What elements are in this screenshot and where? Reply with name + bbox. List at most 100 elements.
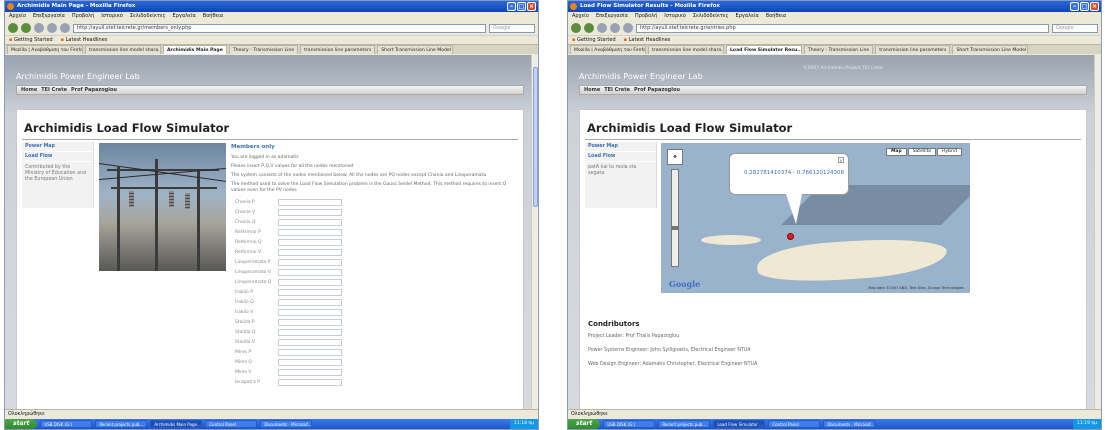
linoperamata-v-input[interactable] (278, 269, 342, 276)
minimize-icon[interactable]: – (507, 2, 516, 11)
rethimno-q-input[interactable] (278, 239, 342, 246)
tab-line-parameters[interactable]: transmission line parameters (300, 45, 376, 54)
zoom-slider[interactable] (671, 169, 679, 267)
zoom-slider-knob[interactable] (671, 226, 679, 230)
maximize-icon[interactable]: □ (1080, 2, 1089, 11)
task-documents[interactable]: Documents - Microsof... (260, 420, 313, 428)
close-icon[interactable]: × (527, 2, 536, 11)
menu-file[interactable]: Αρχείο (572, 12, 589, 21)
nav-tei-crete[interactable]: TEI Crete (41, 86, 67, 94)
chania-q-input[interactable] (278, 219, 342, 226)
menu-help[interactable]: Βοήθεια (203, 12, 223, 21)
sidebar-item-power-map[interactable]: Power Map (585, 142, 656, 152)
menu-bookmarks[interactable]: Σελιδοδείκτες (130, 12, 166, 21)
task-control-panel[interactable]: Control Panel (768, 420, 821, 428)
home-icon[interactable] (623, 23, 633, 33)
map-type-satellite-button[interactable]: Satellite (907, 148, 937, 156)
menu-tools[interactable]: Εργαλεία (173, 12, 196, 21)
map-marker-icon[interactable] (787, 233, 794, 240)
iraklio-v-input[interactable] (278, 309, 342, 316)
minimize-icon[interactable]: – (1070, 2, 1079, 11)
mires-q-input[interactable] (278, 359, 342, 366)
stalida-v-input[interactable] (278, 339, 342, 346)
task-usb-disk[interactable]: USB DISK (G:) (40, 420, 93, 428)
back-icon[interactable] (571, 23, 581, 33)
tab-firefox-upgrade[interactable]: Mozilla | Αναβάθμιση του Firefox (570, 45, 646, 54)
task-usb-disk[interactable]: USB DISK (G:) (603, 420, 656, 428)
map-type-hybrid-button[interactable]: Hybrid (937, 148, 962, 156)
nav-tei-crete[interactable]: TEI Crete (604, 86, 630, 94)
menu-history[interactable]: Ιστορικό (101, 12, 123, 21)
search-input[interactable]: Google (1052, 23, 1098, 33)
rethimno-v-input[interactable] (278, 249, 342, 256)
task-recent-projects[interactable]: Recent projects pub... (95, 420, 148, 428)
search-input[interactable]: Google (489, 23, 535, 33)
task-recent-projects[interactable]: Recent projects pub... (658, 420, 711, 428)
start-button[interactable]: start (5, 419, 38, 429)
bookmark-getting-started[interactable]: Getting Started (572, 36, 616, 44)
menu-edit[interactable]: Επεξεργασία (596, 12, 628, 21)
sidebar-item-load-flow[interactable]: Load Flow (22, 152, 93, 162)
task-control-panel[interactable]: Control Panel (205, 420, 258, 428)
reload-icon[interactable] (597, 23, 607, 33)
close-icon[interactable]: × (838, 157, 844, 163)
mires-v-input[interactable] (278, 369, 342, 376)
pan-control-icon[interactable]: ✥ (667, 149, 683, 165)
tab-transmission-model[interactable]: transmission line model shara... (648, 45, 724, 54)
menu-bookmarks[interactable]: Σελιδοδείκτες (693, 12, 729, 21)
linoperamata-p-input[interactable] (278, 259, 342, 266)
menu-help[interactable]: Βοήθεια (766, 12, 786, 21)
nav-prof-papazoglou[interactable]: Prof Papazoglou (71, 86, 117, 94)
tab-short-line-model[interactable]: Short Transmission Line Model (952, 45, 1029, 54)
iraklio-p-input[interactable] (278, 289, 342, 296)
home-icon[interactable] (60, 23, 70, 33)
chania-v-input[interactable] (278, 209, 342, 216)
google-map[interactable]: Map Satellite Hybrid ✥ × 0.282781410374 … (661, 143, 970, 293)
nav-prof-papazoglou[interactable]: Prof Papazoglou (634, 86, 680, 94)
stalida-q-input[interactable] (278, 329, 342, 336)
start-button[interactable]: start (568, 419, 601, 429)
close-icon[interactable]: × (1090, 2, 1099, 11)
vertical-scrollbar[interactable] (531, 55, 538, 409)
stop-icon[interactable] (47, 23, 57, 33)
menu-view[interactable]: Προβολή (72, 12, 94, 21)
task-documents[interactable]: Documents - Microsof... (823, 420, 876, 428)
forward-icon[interactable] (21, 23, 31, 33)
iraklio-q-input[interactable] (278, 299, 342, 306)
tab-transmission-model[interactable]: transmission line model shara... (85, 45, 161, 54)
ierapetra-p-input[interactable] (278, 379, 342, 386)
linoperamata-q-input[interactable] (278, 279, 342, 286)
rethimno-p-input[interactable] (278, 229, 342, 236)
sidebar-item-load-flow[interactable]: Load Flow (585, 152, 656, 162)
chania-p-input[interactable] (278, 199, 342, 206)
bookmark-latest-headlines[interactable]: Latest Headlines (624, 36, 671, 44)
tab-theory[interactable]: Theory - Transmission Line (804, 45, 874, 54)
tab-short-line-model[interactable]: Short Transmission Line Model (377, 45, 454, 54)
tab-load-flow-results[interactable]: Load Flow Simulator Resu... (726, 45, 802, 54)
nav-home[interactable]: Home (584, 86, 600, 94)
url-bar[interactable]: http://ayuil.stef.teicrete.gr/members_on… (73, 23, 486, 33)
reload-icon[interactable] (34, 23, 44, 33)
menu-file[interactable]: Αρχείο (9, 12, 26, 21)
menu-history[interactable]: Ιστορικό (664, 12, 686, 21)
url-bar[interactable]: http://ayuil.stef.teicrete.gr/entries.ph… (636, 23, 1049, 33)
forward-icon[interactable] (584, 23, 594, 33)
menu-tools[interactable]: Εργαλεία (736, 12, 759, 21)
stalida-p-input[interactable] (278, 319, 342, 326)
menu-view[interactable]: Προβολή (635, 12, 657, 21)
bookmark-getting-started[interactable]: Getting Started (9, 36, 53, 44)
tab-firefox-upgrade[interactable]: Mozilla | Αναβάθμιση του Firefox (7, 45, 83, 54)
mires-p-input[interactable] (278, 349, 342, 356)
scrollbar-thumb[interactable] (533, 67, 538, 207)
back-icon[interactable] (8, 23, 18, 33)
bookmark-latest-headlines[interactable]: Latest Headlines (61, 36, 108, 44)
map-type-map-button[interactable]: Map (885, 148, 907, 156)
menu-edit[interactable]: Επεξεργασία (33, 12, 65, 21)
tab-line-parameters[interactable]: transmission line parameters (875, 45, 951, 54)
task-archimidis-main[interactable]: Archimidis Main Page... (150, 420, 203, 428)
stop-icon[interactable] (610, 23, 620, 33)
nav-home[interactable]: Home (21, 86, 37, 94)
vertical-scrollbar[interactable] (1094, 55, 1101, 409)
tab-archimidis-main[interactable]: Archimidis Main Page (163, 45, 227, 54)
sidebar-item-power-map[interactable]: Power Map (22, 142, 93, 152)
